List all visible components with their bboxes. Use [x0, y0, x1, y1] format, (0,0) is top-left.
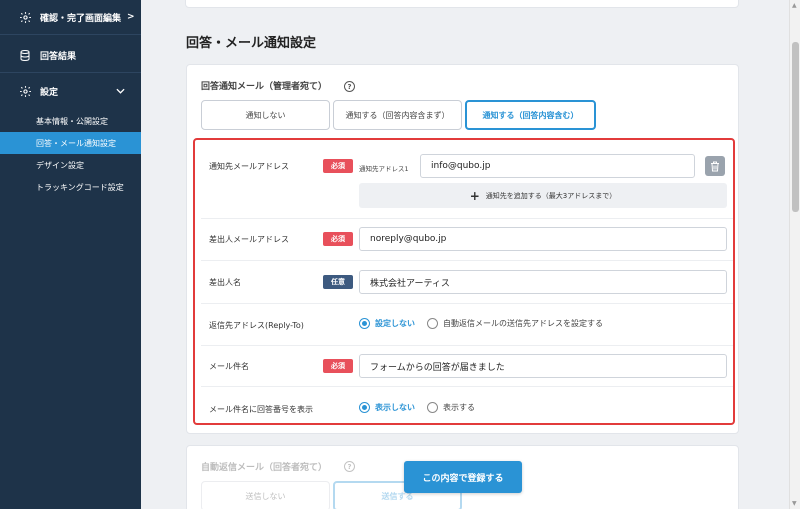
sidebar-subitem-tracking[interactable]: トラッキングコード設定 — [0, 176, 141, 198]
from-name-input[interactable]: 株式会社アーティス — [359, 270, 727, 294]
reply-to-radio-group: 設定しない 自動返信メールの送信先アドレスを設定する — [359, 318, 615, 329]
radio-label: 自動返信メールの送信先アドレスを設定する — [443, 319, 603, 328]
gear-icon — [18, 84, 32, 98]
section-label: 自動返信メール（回答者宛て） — [201, 463, 328, 473]
scrollbar[interactable]: ▲ ▼ — [789, 0, 800, 509]
sidebar-item-label: 設定 — [40, 87, 59, 98]
sidebar-item-results[interactable]: 回答結果 — [0, 44, 141, 66]
field-label: 通知先メールアドレス — [209, 162, 289, 171]
radio-hide-number[interactable] — [359, 402, 370, 413]
gear-icon — [18, 10, 32, 24]
field-label: メール件名に回答番号を表示 — [209, 405, 313, 414]
sub-label: 通知先アドレス1 — [359, 165, 409, 173]
subject-input[interactable]: フォームからの回答が届きました — [359, 354, 727, 378]
field-label: メール件名 — [209, 362, 249, 371]
show-number-radio-group: 表示しない 表示する — [359, 402, 487, 413]
add-recipient-label: 通知先を追加する（最大3アドレスまで） — [485, 191, 617, 200]
highlight-box: 通知先メールアドレス 必須 通知先アドレス1 info@qubo.jp + 通知… — [193, 138, 735, 425]
radio-label: 表示する — [443, 403, 475, 412]
option-notify-without-content[interactable]: 通知する（回答内容含まず） — [333, 100, 462, 130]
radio-label: 設定しない — [375, 319, 415, 328]
scroll-up-icon[interactable]: ▲ — [792, 2, 797, 9]
option-no-auto-reply[interactable]: 送信しない — [201, 481, 330, 509]
chevron-right-icon: > — [127, 12, 135, 22]
divider — [201, 303, 733, 304]
divider — [201, 345, 733, 346]
divider — [0, 72, 141, 73]
field-label: 差出人メールアドレス — [209, 235, 289, 244]
divider — [0, 34, 141, 35]
page-title: 回答・メール通知設定 — [186, 36, 317, 51]
trash-icon[interactable] — [705, 156, 725, 176]
sidebar-item-settings[interactable]: 設定 — [0, 80, 141, 102]
field-label: 返信先アドレス(Reply-To) — [209, 321, 304, 330]
required-badge: 必須 — [323, 159, 353, 173]
submit-button[interactable]: この内容で登録する — [404, 461, 522, 493]
sidebar-subitem-basic[interactable]: 基本情報・公開設定 — [0, 110, 141, 132]
sidebar-subitem-notification[interactable]: 回答・メール通知設定 — [0, 132, 141, 154]
to-address-input[interactable]: info@qubo.jp — [420, 154, 695, 178]
radio-show-number[interactable] — [427, 402, 438, 413]
sidebar-item-label: 回答結果 — [40, 51, 77, 62]
sidebar: 確認・完了画面編集 > 回答結果 設定 基本情報・公開設定 回答・メール通知設定… — [0, 0, 141, 509]
help-icon[interactable]: ? — [344, 461, 355, 472]
chevron-down-icon — [116, 86, 125, 97]
help-icon[interactable]: ? — [344, 81, 355, 92]
admin-notice-card: 回答通知メール（管理者宛て） ? 通知しない 通知する（回答内容含まず） 通知す… — [186, 64, 739, 434]
plus-icon: + — [469, 188, 480, 203]
required-badge: 必須 — [323, 359, 353, 373]
radio-label: 表示しない — [375, 403, 415, 412]
main-content: 回答・メール通知設定 回答通知メール（管理者宛て） ? 通知しない 通知する（回… — [141, 0, 796, 509]
option-notify-with-content[interactable]: 通知する（回答内容含む） — [465, 100, 596, 130]
scroll-thumb[interactable] — [792, 42, 799, 212]
optional-badge: 任意 — [323, 275, 353, 289]
previous-card — [185, 0, 739, 8]
add-recipient-button[interactable]: + 通知先を追加する（最大3アドレスまで） — [359, 183, 727, 208]
divider — [201, 260, 733, 261]
radio-reply-to-auto[interactable] — [427, 318, 438, 329]
sidebar-subitem-design[interactable]: デザイン設定 — [0, 154, 141, 176]
database-icon — [18, 48, 32, 62]
field-label: 差出人名 — [209, 278, 241, 287]
sidebar-item-confirm-page[interactable]: 確認・完了画面編集 > — [0, 6, 141, 28]
sidebar-item-label: 確認・完了画面編集 — [40, 13, 122, 24]
from-address-input[interactable]: noreply@qubo.jp — [359, 227, 727, 251]
section-label: 回答通知メール（管理者宛て） — [201, 82, 328, 92]
divider — [201, 386, 733, 387]
option-no-notify[interactable]: 通知しない — [201, 100, 330, 130]
radio-reply-to-none[interactable] — [359, 318, 370, 329]
required-badge: 必須 — [323, 232, 353, 246]
scroll-down-icon[interactable]: ▼ — [792, 500, 797, 507]
divider — [201, 218, 733, 219]
